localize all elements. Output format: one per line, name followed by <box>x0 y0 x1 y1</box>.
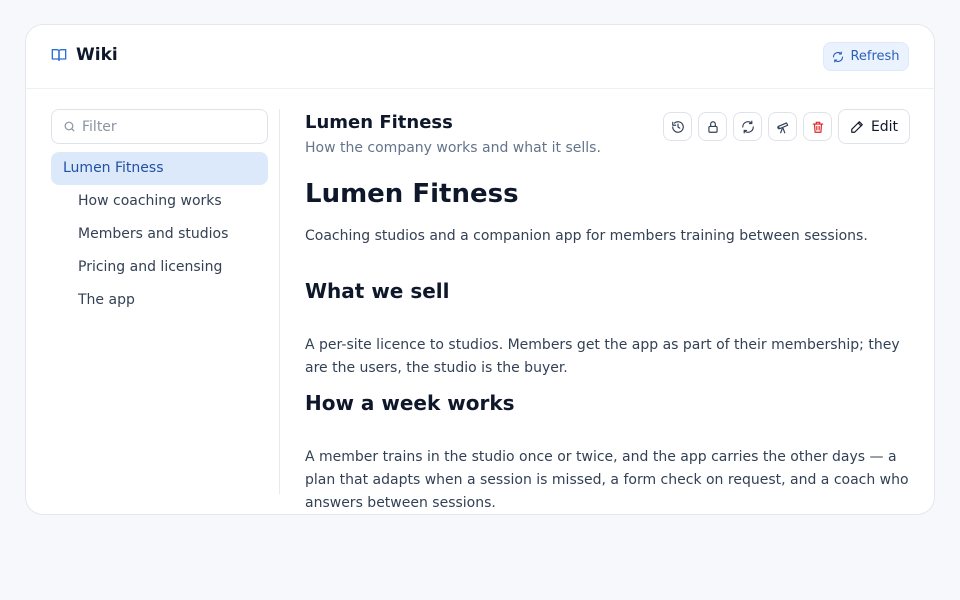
telescope-icon <box>776 120 790 134</box>
trash-icon <box>811 120 825 134</box>
nav-item-the-app[interactable]: The app <box>51 284 268 317</box>
main-content: Lumen Fitness How the company works and … <box>305 109 910 511</box>
doc-intro: Coaching studios and a companion app for… <box>305 228 868 244</box>
wiki-card: Wiki Refresh L <box>25 24 935 515</box>
edit-button[interactable]: Edit <box>838 109 910 144</box>
lock-icon <box>706 120 720 134</box>
search-icon <box>63 120 76 133</box>
telescope-button[interactable] <box>768 112 797 141</box>
nav-item-members-and-studios[interactable]: Members and studios <box>51 218 268 251</box>
nav-item-pricing-and-licensing[interactable]: Pricing and licensing <box>51 251 268 284</box>
nav-item-lumen-fitness[interactable]: Lumen Fitness <box>51 152 268 185</box>
nav-item-how-coaching-works[interactable]: How coaching works <box>51 185 268 218</box>
page-tree: Lumen Fitness How coaching works Members… <box>51 152 268 317</box>
history-button[interactable] <box>663 112 692 141</box>
refresh-label: Refresh <box>850 49 900 64</box>
sidebar-divider <box>279 109 280 494</box>
book-icon <box>51 47 67 63</box>
section-body: A per-site licence to studios. Members g… <box>305 337 900 376</box>
filter-box <box>51 109 268 144</box>
section-heading: How a week works <box>305 391 515 415</box>
refresh-icon <box>832 50 844 63</box>
sidebar: Lumen Fitness How coaching works Members… <box>51 109 268 317</box>
lock-button[interactable] <box>698 112 727 141</box>
refresh-button[interactable]: Refresh <box>823 42 909 71</box>
edit-label: Edit <box>870 118 899 135</box>
sync-button[interactable] <box>733 112 762 141</box>
card-header: Wiki Refresh <box>26 25 934 89</box>
section-body: A member trains in the studio once or tw… <box>305 449 909 511</box>
page-toolbar: Edit <box>663 109 910 144</box>
brand: Wiki <box>51 45 118 65</box>
history-icon <box>671 120 685 134</box>
doc-heading: Lumen Fitness <box>305 179 519 209</box>
filter-input[interactable] <box>82 118 252 135</box>
section-heading: What we sell <box>305 279 450 303</box>
app-title: Wiki <box>76 45 118 65</box>
sync-icon <box>741 120 755 134</box>
delete-button[interactable] <box>803 112 832 141</box>
pencil-icon <box>850 120 864 134</box>
